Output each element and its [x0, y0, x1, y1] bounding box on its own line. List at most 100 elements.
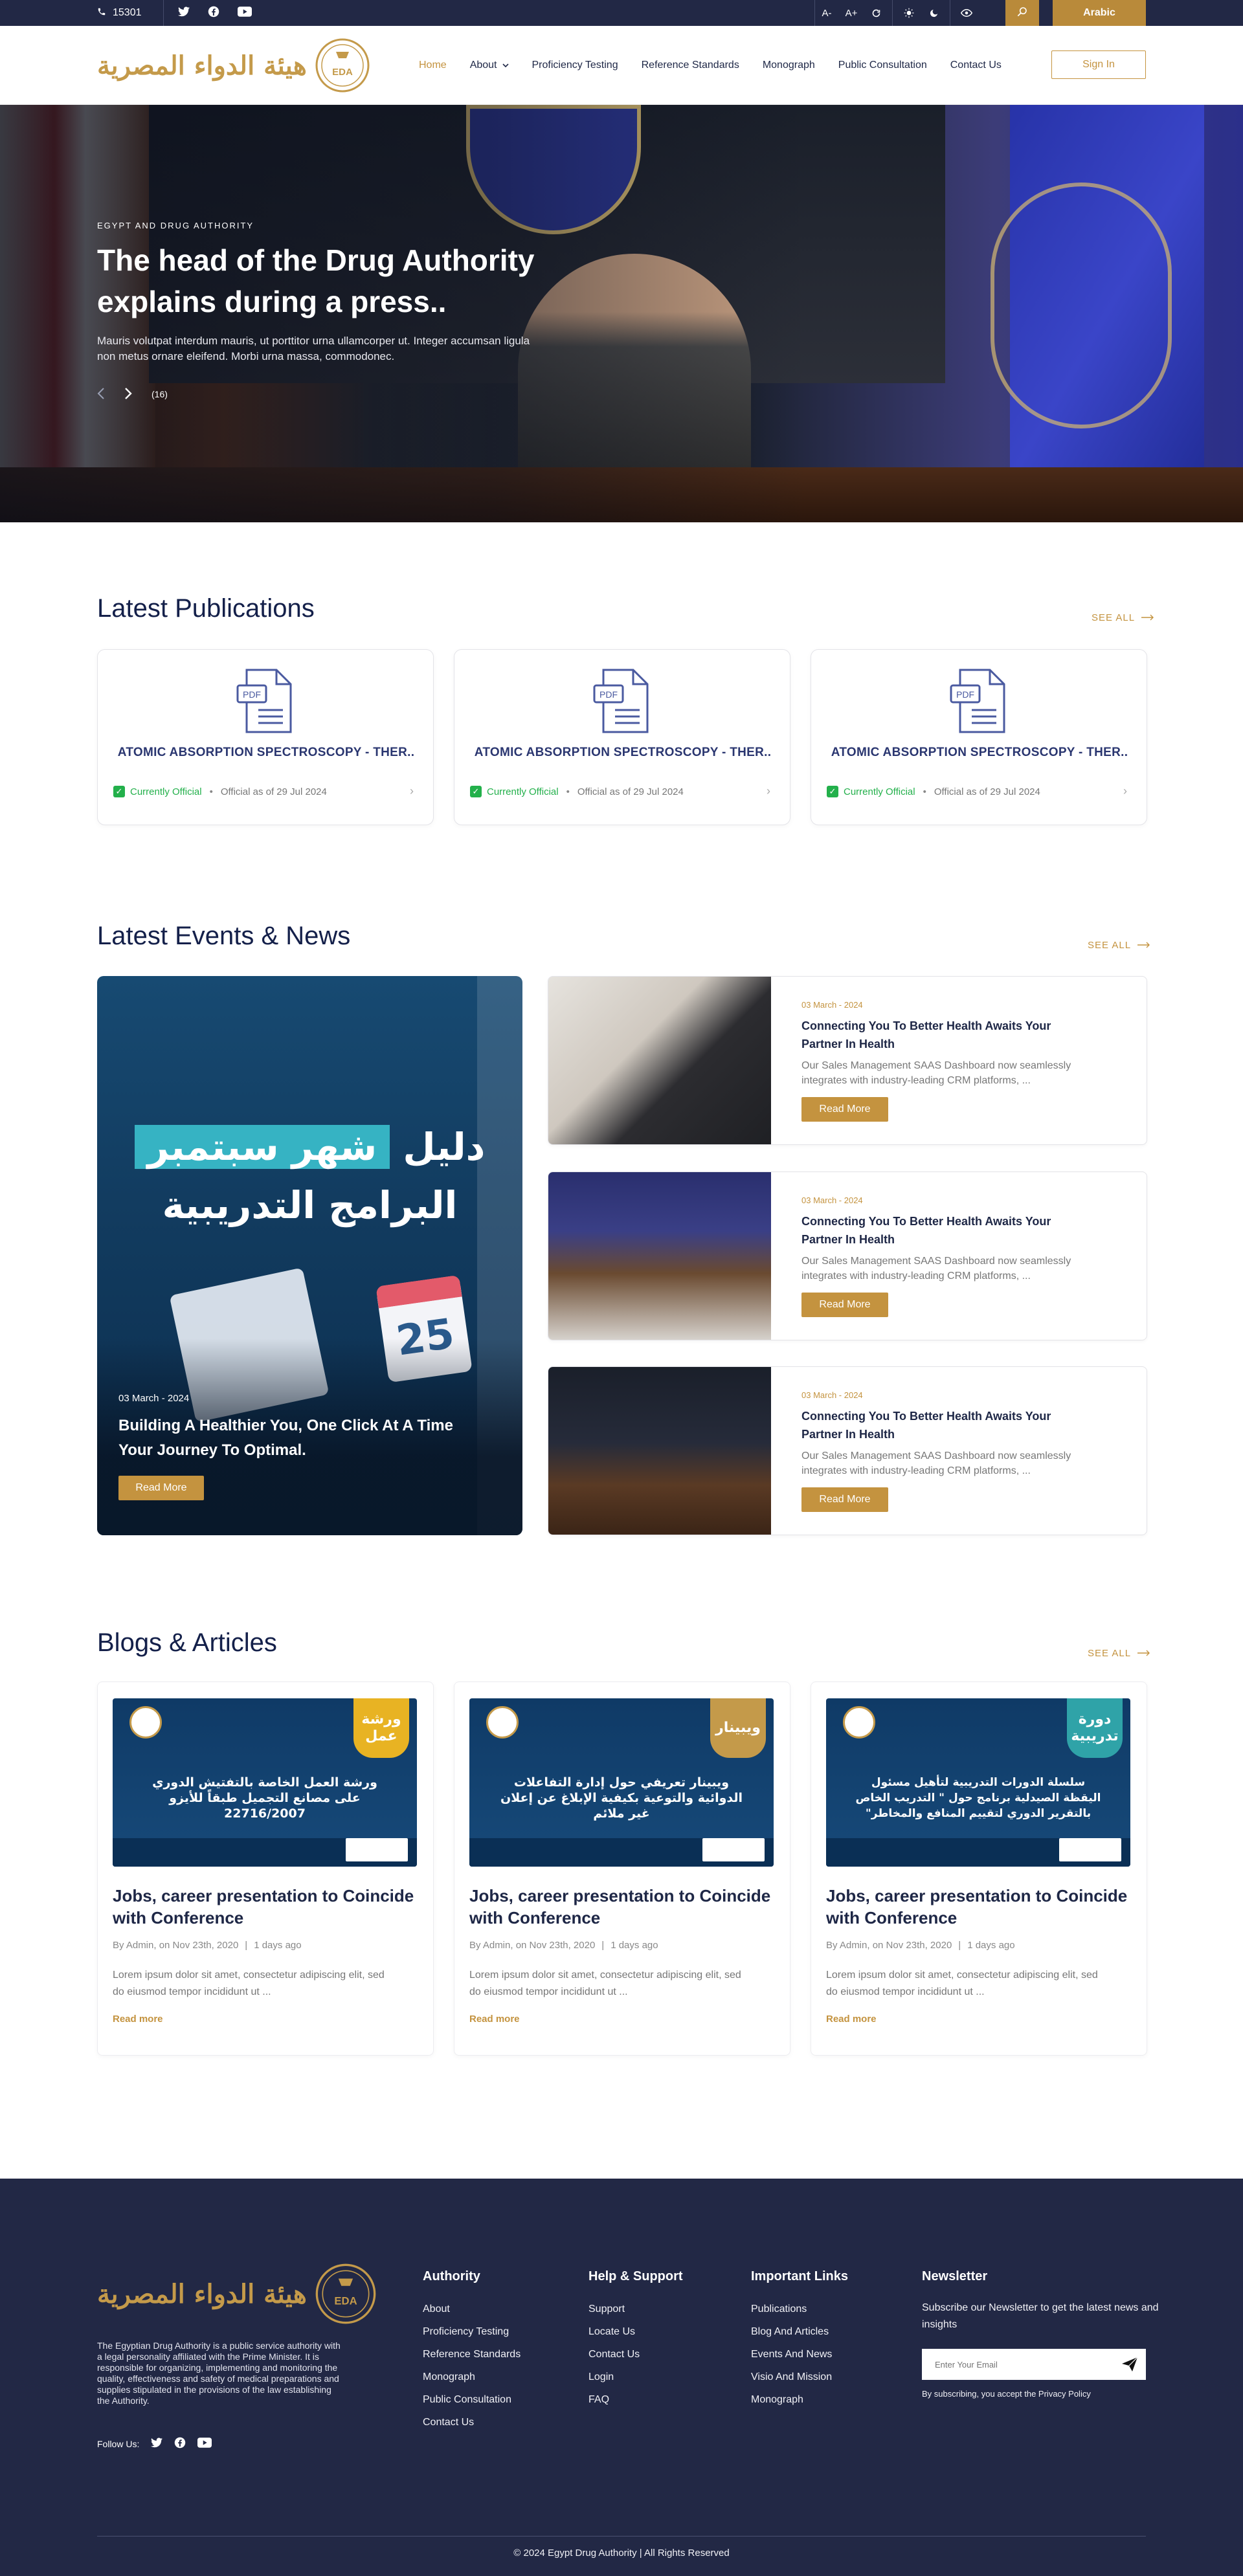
footer-link[interactable]: Login: [588, 2371, 683, 2383]
blog-badge: ويبينار: [710, 1698, 766, 1758]
publication-meta: ✓ Currently Official • Official as of 29…: [470, 786, 684, 797]
dark-mode-icon[interactable]: [921, 0, 946, 26]
search-button[interactable]: [1005, 0, 1039, 26]
phone-icon: [97, 7, 106, 19]
nav-reference-standards[interactable]: Reference Standards: [642, 60, 739, 71]
footer-link[interactable]: Support: [588, 2304, 683, 2315]
footer-link[interactable]: Reference Standards: [423, 2349, 521, 2360]
publication-card[interactable]: PDF ATOMIC ABSORPTION SPECTROSCOPY - THE…: [811, 649, 1147, 825]
event-image: [548, 977, 771, 1144]
publication-meta: ✓ Currently Official • Official as of 29…: [113, 786, 327, 797]
footer-link[interactable]: Events And News: [751, 2349, 848, 2360]
chevron-right-icon[interactable]: ›: [767, 784, 770, 798]
site-logo[interactable]: هيئة الدواء المصرية EDA: [97, 35, 370, 96]
eye-icon[interactable]: [954, 0, 979, 26]
publication-card[interactable]: PDF ATOMIC ABSORPTION SPECTROSCOPY - THE…: [454, 649, 790, 825]
blog-image: ويبينار ويبينار تعريفي حول إدارة التفاعل…: [469, 1698, 774, 1867]
footer-link[interactable]: Contact Us: [588, 2349, 683, 2360]
event-read-more-button[interactable]: Read More: [801, 1293, 888, 1317]
newsletter-email-input[interactable]: [922, 2349, 1110, 2380]
featured-event-image-text: دليل شهر سبتمبر: [97, 1125, 522, 1169]
blog-card[interactable]: ورشة عمل ورشة العمل الخاصة بالتفتيش الدو…: [97, 1682, 434, 2056]
blogs-see-all-link[interactable]: SEE ALL: [1088, 1648, 1150, 1659]
footer-link[interactable]: Monograph: [423, 2371, 521, 2383]
publication-card[interactable]: PDF ATOMIC ABSORPTION SPECTROSCOPY - THE…: [97, 649, 434, 825]
footer-link[interactable]: Contact Us: [423, 2417, 521, 2428]
featured-event-date: 03 March - 2024: [118, 1393, 190, 1404]
event-read-more-button[interactable]: Read More: [801, 1097, 888, 1122]
youtube-icon[interactable]: [238, 6, 252, 20]
prev-slide-icon[interactable]: [97, 387, 105, 402]
send-icon[interactable]: [1121, 2357, 1138, 2372]
event-card[interactable]: 03 March - 2024 Connecting You To Better…: [548, 1366, 1147, 1535]
footer-logo[interactable]: هيئة الدواء المصرية EDA: [97, 2263, 377, 2325]
footer-link[interactable]: Locate Us: [588, 2326, 683, 2338]
eda-logo-icon: [843, 1706, 875, 1738]
publication-status: Currently Official: [844, 786, 915, 797]
event-title: Connecting You To Better Health Awaits Y…: [801, 1410, 1051, 1441]
meta-separator: |: [601, 1940, 605, 1951]
footer-links: About Proficiency Testing Reference Stan…: [423, 2304, 521, 2428]
nav-home[interactable]: Home: [419, 60, 447, 71]
reset-icon[interactable]: [864, 0, 888, 26]
event-card[interactable]: 03 March - 2024 Connecting You To Better…: [548, 1171, 1147, 1340]
featured-event-card[interactable]: دليل شهر سبتمبر البرامج التدريبية 25 03 …: [97, 976, 522, 1535]
arrow-right-icon: [1141, 612, 1154, 623]
chevron-right-icon[interactable]: ›: [410, 784, 414, 798]
language-switch-button[interactable]: Arabic: [1053, 0, 1146, 26]
publications-see-all-link[interactable]: SEE ALL: [1092, 612, 1154, 623]
phone-number[interactable]: 15301: [97, 0, 142, 26]
events-see-all-link[interactable]: SEE ALL: [1088, 940, 1150, 951]
blog-badge: ورشة عمل: [353, 1698, 409, 1758]
blog-description: Lorem ipsum dolor sit amet, consectetur …: [113, 1970, 385, 1997]
event-card[interactable]: 03 March - 2024 Connecting You To Better…: [548, 976, 1147, 1145]
twitter-icon[interactable]: [178, 6, 190, 20]
event-title: Connecting You To Better Health Awaits Y…: [801, 1019, 1051, 1050]
footer-link[interactable]: Monograph: [751, 2394, 848, 2406]
featured-event-read-more-button[interactable]: Read More: [118, 1476, 204, 1500]
next-slide-icon[interactable]: [124, 387, 132, 402]
nav-proficiency-testing[interactable]: Proficiency Testing: [532, 60, 618, 71]
nav-contact-us[interactable]: Contact Us: [950, 60, 1002, 71]
footer-link[interactable]: Publications: [751, 2304, 848, 2315]
meta-separator: |: [958, 1940, 961, 1951]
facebook-icon[interactable]: [174, 2437, 186, 2450]
facebook-icon[interactable]: [208, 6, 219, 21]
footer-link[interactable]: About: [423, 2304, 521, 2315]
nav-about[interactable]: About: [470, 60, 509, 71]
light-mode-icon[interactable]: [897, 0, 921, 26]
blog-ago: 1 days ago: [254, 1940, 302, 1951]
nav-monograph[interactable]: Monograph: [763, 60, 815, 71]
event-description: Our Sales Management SAAS Dashboard now …: [801, 1450, 1071, 1476]
check-icon: ✓: [113, 786, 125, 797]
footer-follow: Follow Us:: [97, 2437, 212, 2450]
blog-read-more-link[interactable]: Read more: [826, 2014, 877, 2025]
blog-ago: 1 days ago: [610, 1940, 658, 1951]
pdf-icon-label: PDF: [243, 689, 261, 700]
decrease-font-button[interactable]: A-: [814, 0, 839, 26]
chevron-right-icon[interactable]: ›: [1123, 784, 1127, 798]
event-image: [548, 1367, 771, 1535]
footer-link[interactable]: Public Consultation: [423, 2394, 521, 2406]
blog-meta: By Admin, on Nov 23th, 2020 | 1 days ago: [469, 1940, 658, 1951]
event-read-more-button[interactable]: Read More: [801, 1487, 888, 1512]
blog-card[interactable]: دورة تدريبية سلسلة الدورات التدريبية لتأ…: [811, 1682, 1147, 2056]
youtube-icon[interactable]: [197, 2437, 212, 2450]
nav-public-consultation[interactable]: Public Consultation: [838, 60, 927, 71]
blog-card[interactable]: ويبينار ويبينار تعريفي حول إدارة التفاعل…: [454, 1682, 790, 2056]
footer-link[interactable]: Proficiency Testing: [423, 2326, 521, 2338]
increase-font-button[interactable]: A+: [839, 0, 864, 26]
footer-link[interactable]: Blog And Articles: [751, 2326, 848, 2338]
blog-read-more-link[interactable]: Read more: [469, 2014, 520, 2025]
see-all-label: SEE ALL: [1088, 940, 1132, 951]
blog-read-more-link[interactable]: Read more: [113, 2014, 163, 2025]
sign-in-button[interactable]: Sign In: [1051, 50, 1146, 79]
follow-label: Follow Us:: [97, 2438, 140, 2449]
event-date: 03 March - 2024: [801, 1000, 863, 1010]
footer-link[interactable]: Visio And Mission: [751, 2371, 848, 2383]
pdf-document-icon: PDF: [950, 669, 1005, 733]
twitter-icon[interactable]: [151, 2437, 163, 2450]
blog-title: Jobs, career presentation to Coincide wi…: [826, 1886, 1128, 1927]
newsletter-note: By subscribing, you accept the Privacy P…: [922, 2389, 1091, 2399]
footer-link[interactable]: FAQ: [588, 2394, 683, 2406]
